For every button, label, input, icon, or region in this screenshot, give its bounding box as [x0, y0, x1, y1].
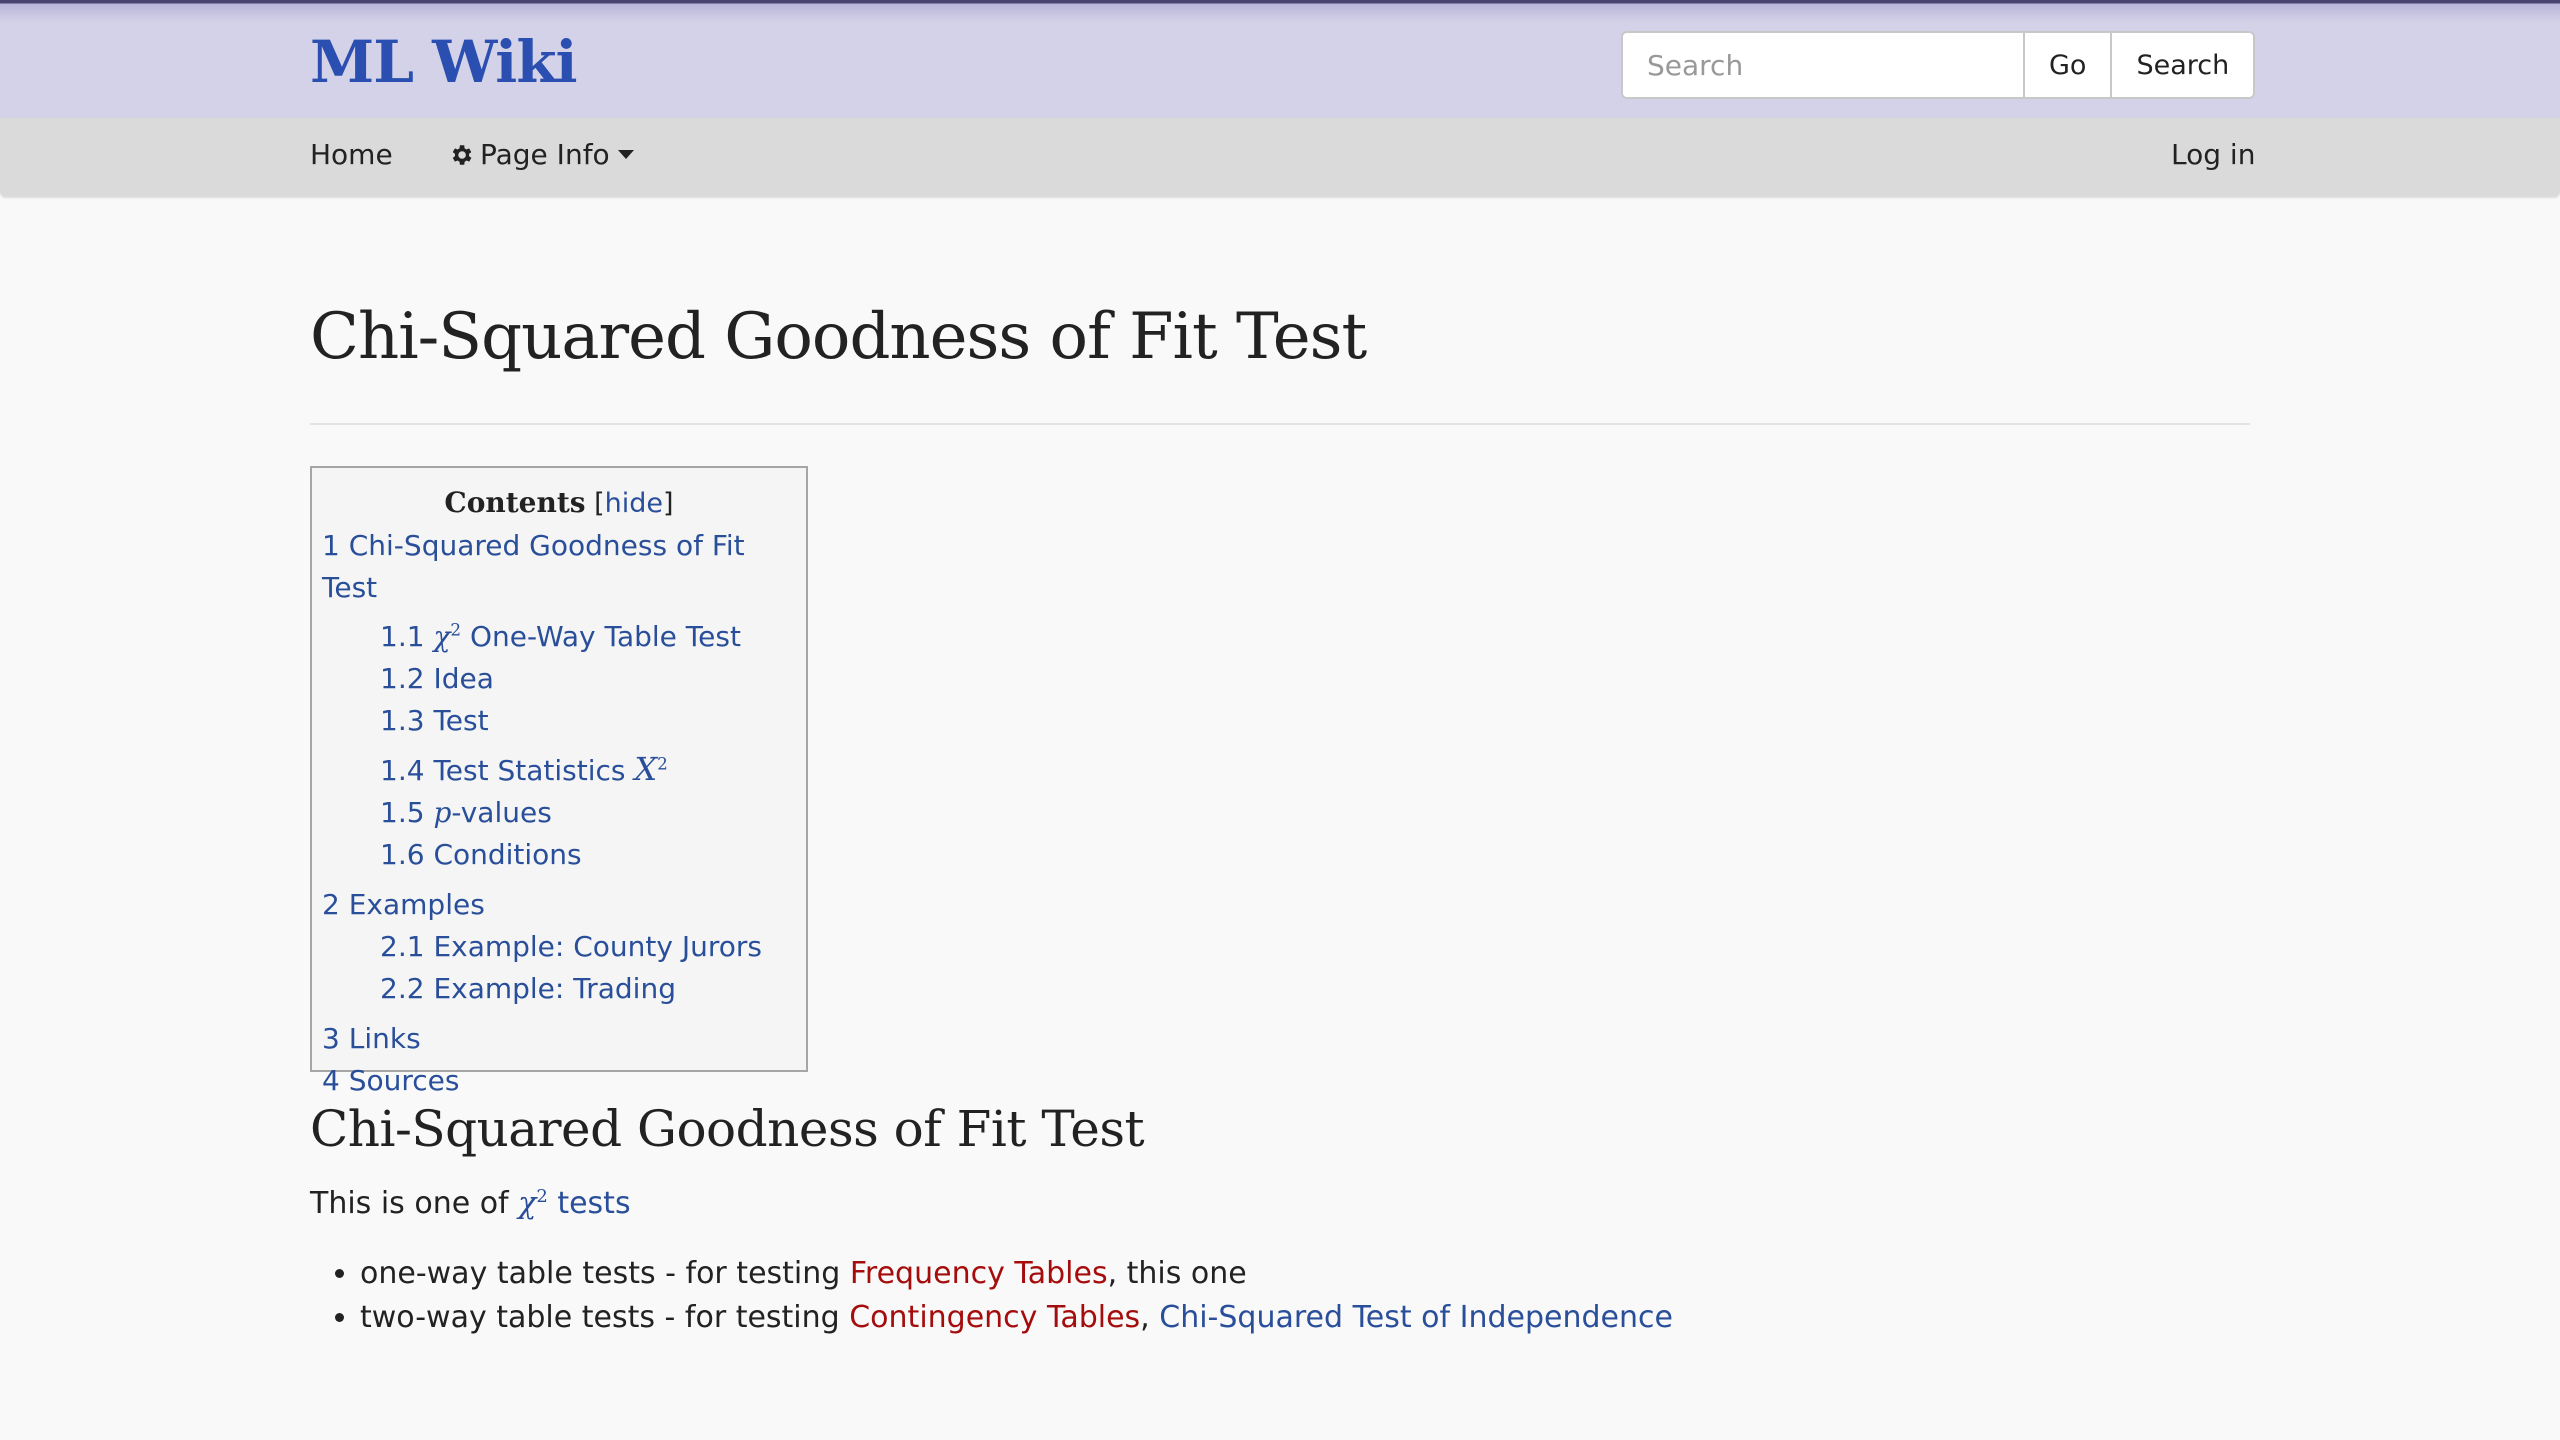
toc-text: Example: Trading: [433, 971, 676, 1005]
toc-text: Examples: [348, 887, 485, 921]
toc-number: 2.1: [380, 929, 425, 963]
title-divider: [310, 423, 2250, 425]
toc-text: One-Way Table Test: [461, 620, 741, 654]
toc-item: 2 Examples: [322, 884, 796, 926]
tests-link-text: tests: [547, 1186, 631, 1221]
superscript: 2: [657, 753, 668, 774]
list-item-separator: ,: [1140, 1300, 1160, 1335]
nav-page-info-label: Page Info: [480, 138, 610, 171]
contingency-tables-link[interactable]: Contingency Tables: [849, 1300, 1140, 1335]
toc-text: Test: [433, 704, 489, 738]
math-symbol: X: [634, 749, 658, 788]
toc-list: 1 Chi-Squared Goodness of Fit Test 1.1 χ2…: [322, 525, 796, 1102]
toc-item: 4 Sources: [322, 1060, 796, 1102]
toc-item: 1.1 χ2 One-Way Table Test: [322, 609, 796, 658]
toc-hide-wrapper: [hide]: [594, 488, 674, 519]
toc-text: Test Statistics: [433, 753, 635, 787]
toc-link[interactable]: 1.6 Conditions: [380, 838, 582, 871]
toc-number: 1.4: [380, 753, 425, 787]
intro-paragraph: This is one of χ2 tests: [310, 1186, 631, 1221]
test-types-list: one-way table tests - for testing Freque…: [310, 1252, 1673, 1340]
gear-icon: [452, 144, 472, 165]
chi-squared-tests-link[interactable]: χ2 tests: [518, 1186, 630, 1221]
toc-hide-link[interactable]: hide: [605, 488, 663, 519]
math-symbol: χ: [433, 620, 451, 654]
toc-item: 2.2 Example: Trading: [322, 968, 796, 1010]
nav-login[interactable]: Log in: [2171, 138, 2255, 171]
section-heading: Chi-Squared Goodness of Fit Test: [310, 1100, 1145, 1158]
toc-number: 1.3: [380, 704, 425, 738]
caret-down-icon: [617, 150, 634, 159]
search-input[interactable]: [1623, 33, 2023, 97]
toc-text: Chi-Squared Goodness of Fit Test: [322, 529, 745, 604]
math-symbol: p: [433, 795, 452, 829]
toc-link[interactable]: 1 Chi-Squared Goodness of Fit Test: [322, 529, 745, 604]
toc-item: 1.6 Conditions: [322, 834, 796, 876]
toc-link[interactable]: 2 Examples: [322, 888, 485, 921]
search-form: Go Search: [1621, 31, 2256, 99]
nav-page-info-dropdown[interactable]: Page Info: [448, 138, 634, 171]
toc-text: Conditions: [433, 837, 582, 871]
toc-number: 1.5: [380, 795, 425, 829]
toc-text: Idea: [433, 662, 494, 696]
toc-link[interactable]: 1.4 Test Statistics X2: [380, 750, 668, 788]
toc-link[interactable]: 2.1 Example: County Jurors: [380, 930, 762, 963]
toc-number: 1.6: [380, 837, 425, 871]
toc-number: 1: [322, 529, 340, 562]
toc-link[interactable]: 1.5 p-values: [380, 796, 552, 829]
toc-number: 2: [322, 887, 340, 921]
toc-text: -values: [451, 795, 552, 829]
toc-text: Sources: [348, 1063, 460, 1097]
list-item: two-way table tests - for testing Contin…: [360, 1296, 1673, 1340]
chi-symbol: χ: [518, 1186, 537, 1221]
toc-item: 1.2 Idea: [322, 658, 796, 700]
toc-title: Contents: [444, 486, 586, 519]
site-logo[interactable]: ML Wiki: [310, 28, 578, 96]
superscript: 2: [450, 620, 462, 640]
page-title: Chi-Squared Goodness of Fit Test: [310, 300, 1367, 374]
toc-item: 1.4 Test Statistics X2: [322, 742, 796, 791]
toc-link[interactable]: 1.2 Idea: [380, 662, 494, 695]
go-button[interactable]: Go: [2023, 33, 2111, 97]
site-header: ML Wiki Go Search: [0, 0, 2560, 118]
toc-item: 3 Links: [322, 1018, 796, 1060]
toc-link[interactable]: 1.1 χ2 One-Way Table Test: [380, 620, 741, 653]
frequency-tables-link[interactable]: Frequency Tables: [850, 1256, 1108, 1291]
toc-number: 2.2: [380, 971, 425, 1005]
list-item-text: , this one: [1107, 1256, 1247, 1291]
toc-number: 4: [322, 1063, 340, 1097]
toc-text: Links: [348, 1021, 421, 1055]
toc-link[interactable]: 3 Links: [322, 1022, 421, 1055]
toc-item: 1 Chi-Squared Goodness of Fit Test: [322, 525, 796, 609]
toc-link[interactable]: 4 Sources: [322, 1064, 460, 1097]
toc-header: Contents [hide]: [322, 486, 796, 519]
list-item: one-way table tests - for testing Freque…: [360, 1252, 1673, 1296]
list-item-text: one-way table tests - for testing: [360, 1256, 850, 1291]
table-of-contents: Contents [hide] 1 Chi-Squared Goodness o…: [310, 466, 808, 1097]
toc-number: 3: [322, 1021, 340, 1055]
chi-squared-independence-link[interactable]: Chi-Squared Test of Independence: [1159, 1300, 1673, 1335]
toc-item: 2.1 Example: County Jurors: [322, 926, 796, 968]
intro-text: This is one of: [310, 1186, 519, 1221]
superscript-2: 2: [536, 1186, 548, 1207]
toc-number: 1.2: [380, 662, 425, 696]
toc-item: 1.3 Test: [322, 700, 796, 742]
toc-link[interactable]: 1.3 Test: [380, 704, 489, 737]
nav-home[interactable]: Home: [310, 138, 393, 171]
navbar: Home Page Info Log in: [0, 118, 2560, 197]
toc-item: 1.5 p-values: [322, 792, 796, 834]
toc-link[interactable]: 2.2 Example: Trading: [380, 972, 676, 1005]
list-item-text: two-way table tests - for testing: [360, 1300, 850, 1335]
search-button[interactable]: Search: [2110, 33, 2254, 97]
toc-number: 1.1: [380, 620, 425, 654]
toc-text: Example: County Jurors: [433, 929, 762, 963]
